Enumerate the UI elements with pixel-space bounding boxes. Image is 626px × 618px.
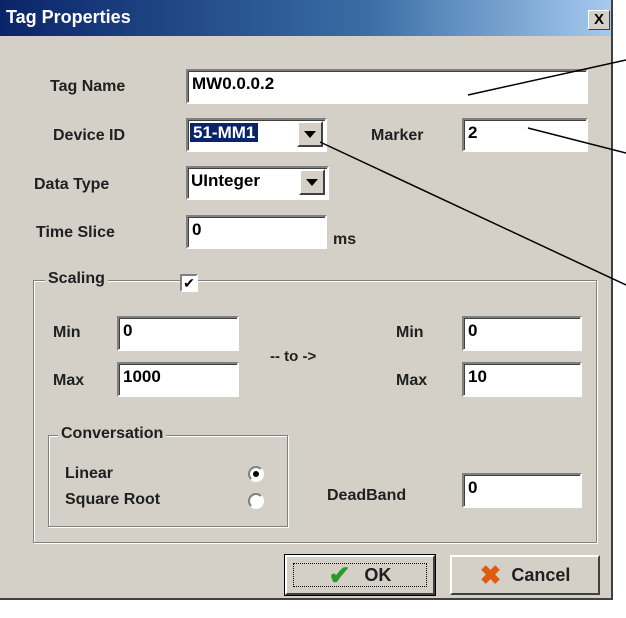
callout-line-tag-name xyxy=(467,59,626,96)
callout-line-marker xyxy=(527,127,626,154)
callout-line-device-id xyxy=(319,141,626,286)
callout-lines xyxy=(319,59,626,286)
